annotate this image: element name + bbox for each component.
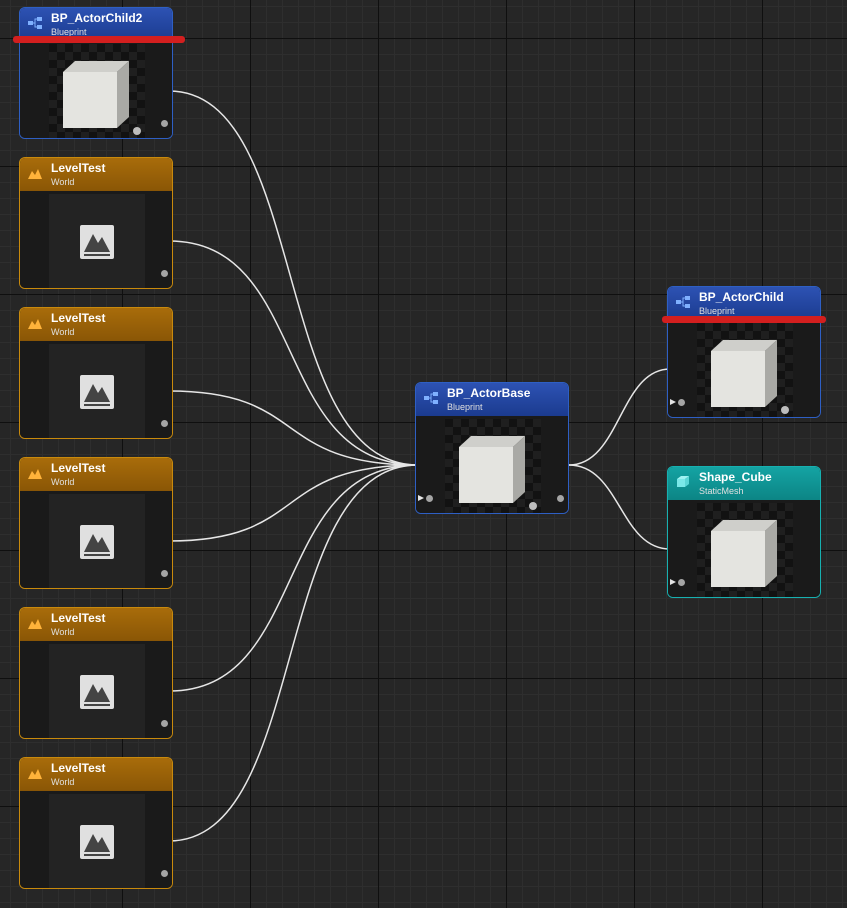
node-title: Shape_Cube [699,470,772,484]
node-bp-actor-child2[interactable]: BP_ActorChild2 Blueprint [19,7,173,139]
output-pin[interactable] [161,720,168,727]
output-pin[interactable] [557,495,564,502]
node-header: LevelTest World [20,158,172,191]
input-arrow-icon [670,579,676,585]
level-thumbnail [49,794,145,888]
level-thumbnail [49,194,145,288]
node-header: BP_ActorBase Blueprint [416,383,568,416]
node-level-test-2[interactable]: LevelTest World [19,307,173,439]
node-level-test-5[interactable]: LevelTest World [19,757,173,889]
input-pin[interactable] [678,399,685,406]
level-icon [80,825,114,859]
node-title: LevelTest [51,311,106,325]
node-type-label: World [51,477,75,487]
node-header: LevelTest World [20,308,172,341]
output-pin[interactable] [161,270,168,277]
wire-level2-to-base [168,390,419,466]
world-icon [28,769,42,779]
node-type-label: World [51,327,75,337]
level-thumbnail [49,644,145,738]
cube-icon [63,61,141,135]
level-thumbnail [49,494,145,588]
node-header: LevelTest World [20,458,172,491]
input-arrow-icon [418,495,424,501]
node-body [416,416,568,513]
node-body [20,341,172,438]
node-body [20,41,172,138]
node-body [20,641,172,738]
cube-icon [711,520,777,587]
cube-icon [459,436,537,510]
input-pin[interactable] [426,495,433,502]
node-title: BP_ActorChild [699,290,784,304]
wire-level5-to-base [168,464,419,842]
highlight-underline [13,36,185,43]
output-pin[interactable] [161,570,168,577]
node-body [668,500,820,597]
highlight-underline [662,316,826,323]
blueprint-icon [28,17,42,29]
node-type-label: World [51,777,75,787]
blueprint-icon [424,392,438,404]
output-pin[interactable] [161,120,168,127]
input-arrow-icon [670,399,676,405]
output-pin[interactable] [161,870,168,877]
cube-icon [711,340,789,414]
node-title: LevelTest [51,161,106,175]
node-title: LevelTest [51,761,106,775]
node-header: LevelTest World [20,608,172,641]
level-icon [80,675,114,709]
wire-base-to-cube [568,464,671,550]
node-title: BP_ActorChild2 [51,11,143,25]
level-icon [80,225,114,259]
cube-thumbnail [697,323,793,417]
wire-base-to-child [568,368,671,466]
wire-level4-to-base [168,464,419,692]
wire-child2-to-base [168,90,419,466]
level-icon [80,375,114,409]
world-icon [28,169,42,179]
world-icon [28,469,42,479]
world-icon [28,319,42,329]
node-title: BP_ActorBase [447,386,531,400]
cube-thumbnail [49,44,145,138]
node-bp-actor-base[interactable]: BP_ActorBase Blueprint [415,382,569,514]
output-pin[interactable] [161,420,168,427]
node-body [20,491,172,588]
level-icon [80,525,114,559]
node-type-label: StaticMesh [699,486,744,496]
node-title: LevelTest [51,611,106,625]
node-level-test-3[interactable]: LevelTest World [19,457,173,589]
cube-thumbnail [697,503,793,597]
static-mesh-icon [677,476,689,487]
node-type-label: World [51,627,75,637]
node-bp-actor-child[interactable]: BP_ActorChild Blueprint [667,286,821,418]
node-body [20,191,172,288]
wire-level3-to-base [168,464,419,542]
node-type-label: Blueprint [699,306,735,316]
world-icon [28,619,42,629]
node-level-test-1[interactable]: LevelTest World [19,157,173,289]
node-title: LevelTest [51,461,106,475]
node-type-label: World [51,177,75,187]
blueprint-icon [676,296,690,308]
node-body [668,320,820,417]
wire-level1-to-base [168,240,419,466]
level-thumbnail [49,344,145,438]
node-shape-cube[interactable]: Shape_Cube StaticMesh [667,466,821,598]
node-header: Shape_Cube StaticMesh [668,467,820,500]
input-pin[interactable] [678,579,685,586]
node-header: LevelTest World [20,758,172,791]
node-level-test-4[interactable]: LevelTest World [19,607,173,739]
node-type-label: Blueprint [447,402,483,412]
node-body [20,791,172,888]
cube-thumbnail [445,419,541,513]
